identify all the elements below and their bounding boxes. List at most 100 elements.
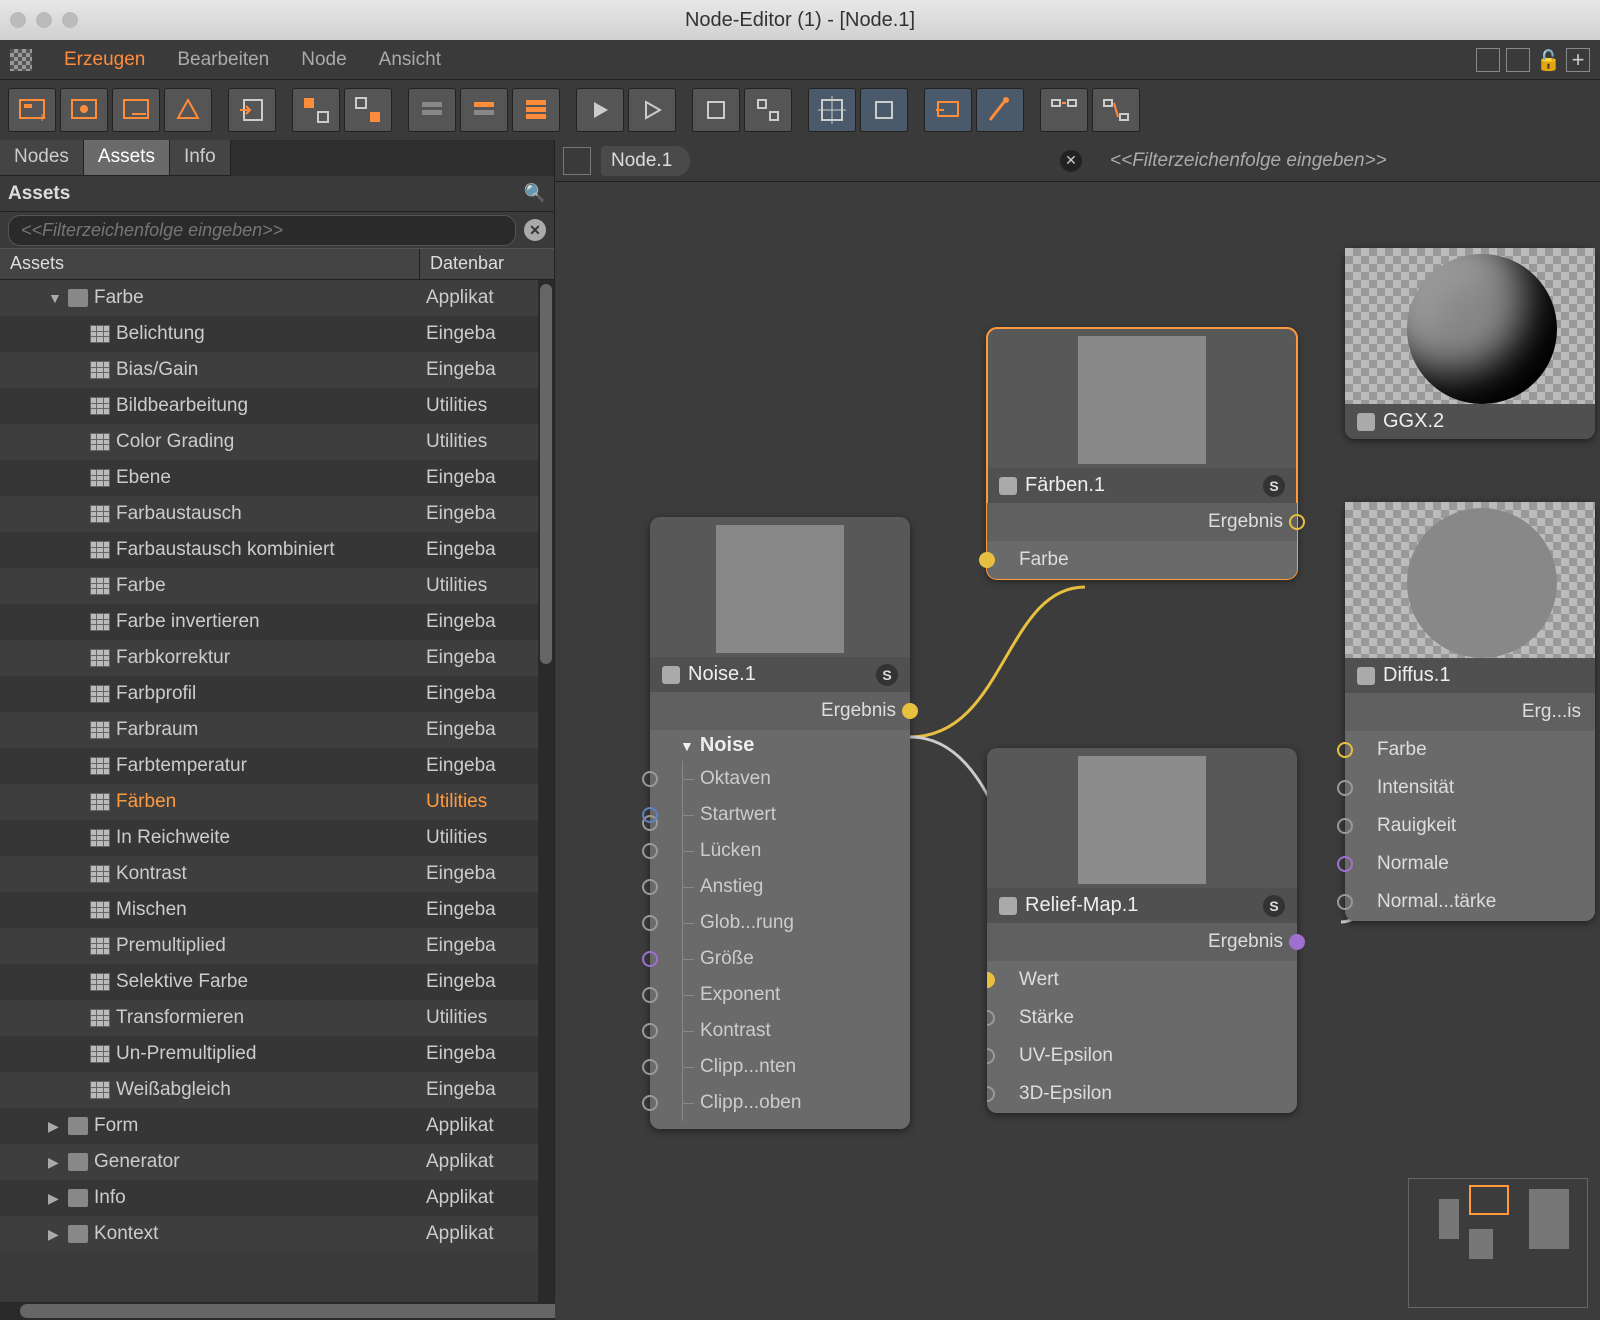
clear-search-icon[interactable]: ✕: [524, 219, 546, 241]
tool-frame-1[interactable]: [808, 88, 856, 132]
port-in[interactable]: [642, 879, 658, 895]
input-row[interactable]: UV-Epsilon: [987, 1037, 1297, 1075]
port-in[interactable]: [642, 987, 658, 1003]
tool-new-node-2[interactable]: [60, 88, 108, 132]
port-in[interactable]: [642, 843, 658, 859]
input-row[interactable]: 3D-Epsilon: [987, 1075, 1297, 1113]
port-in[interactable]: [642, 807, 658, 823]
port-out[interactable]: [1289, 934, 1305, 950]
asset-row[interactable]: PremultipliedEingeba: [0, 928, 554, 964]
node-faerben[interactable]: Färben.1S Ergebnis Farbe: [987, 328, 1297, 579]
menu-erzeugen[interactable]: Erzeugen: [48, 49, 161, 71]
tab-nodes[interactable]: Nodes: [0, 140, 84, 176]
tool-new-node-3[interactable]: [112, 88, 160, 132]
tool-play-2[interactable]: [628, 88, 676, 132]
tool-group-2[interactable]: [344, 88, 392, 132]
port-out[interactable]: [1289, 514, 1305, 530]
asset-row[interactable]: Selektive FarbeEingeba: [0, 964, 554, 1000]
tab-assets[interactable]: Assets: [84, 140, 170, 176]
solo-icon[interactable]: S: [1263, 895, 1285, 917]
tool-snap-1[interactable]: [692, 88, 740, 132]
tool-arrange-1[interactable]: [1040, 88, 1088, 132]
port-in[interactable]: [987, 1010, 995, 1026]
canvas-icon[interactable]: [563, 147, 591, 175]
menu-node[interactable]: Node: [285, 49, 362, 71]
port-in[interactable]: [642, 951, 658, 967]
port-in[interactable]: [642, 915, 658, 931]
tool-align-3[interactable]: [512, 88, 560, 132]
input-row[interactable]: Wert: [987, 961, 1297, 999]
param-row[interactable]: Anstieg: [650, 869, 910, 905]
col-database[interactable]: Datenbar: [420, 249, 514, 279]
node-canvas[interactable]: Node.1 ✕ <<Filterzeichenfolge eingeben>>…: [555, 140, 1600, 1320]
asset-row[interactable]: Farbe invertierenEingeba: [0, 604, 554, 640]
tool-view-1[interactable]: [924, 88, 972, 132]
expand-arrow-icon[interactable]: ▶: [48, 1190, 62, 1207]
port-in[interactable]: [1337, 856, 1353, 872]
asset-row[interactable]: FarbprofilEingeba: [0, 676, 554, 712]
tool-view-2[interactable]: [976, 88, 1024, 132]
port-in[interactable]: [642, 771, 658, 787]
asset-row[interactable]: KontrastEingeba: [0, 856, 554, 892]
param-row[interactable]: Glob...rung: [650, 905, 910, 941]
tool-import[interactable]: [228, 88, 276, 132]
layout-icon-2[interactable]: [1506, 48, 1530, 72]
asset-row[interactable]: ▶KontextApplikat: [0, 1216, 554, 1252]
expand-arrow-icon[interactable]: ▶: [48, 1154, 62, 1171]
asset-tree[interactable]: ▼FarbeApplikatBelichtungEingebaBias/Gain…: [0, 280, 554, 1320]
asset-row[interactable]: FarbraumEingeba: [0, 712, 554, 748]
tool-group-1[interactable]: [292, 88, 340, 132]
asset-row[interactable]: FärbenUtilities: [0, 784, 554, 820]
asset-row[interactable]: ▶InfoApplikat: [0, 1180, 554, 1216]
port-in[interactable]: [642, 1059, 658, 1075]
expand-arrow-icon[interactable]: ▶: [48, 1226, 62, 1243]
tool-play-1[interactable]: [576, 88, 624, 132]
close-icon[interactable]: ✕: [1060, 150, 1082, 172]
asset-row[interactable]: In ReichweiteUtilities: [0, 820, 554, 856]
expand-arrow-icon[interactable]: ▶: [48, 1118, 62, 1135]
port-in[interactable]: [1337, 742, 1353, 758]
input-row[interactable]: Normal...tärke: [1345, 883, 1595, 921]
node-diffus[interactable]: Diffus.1 Erg...is FarbeIntensitätRauigke…: [1345, 502, 1595, 921]
param-row[interactable]: Startwert: [650, 797, 910, 833]
layout-icon-1[interactable]: [1476, 48, 1500, 72]
node-ggx[interactable]: GGX.2: [1345, 248, 1595, 439]
asset-row[interactable]: FarbaustauschEingeba: [0, 496, 554, 532]
port-in-farbe[interactable]: [979, 552, 995, 568]
asset-row[interactable]: EbeneEingeba: [0, 460, 554, 496]
tool-snap-2[interactable]: [744, 88, 792, 132]
asset-row[interactable]: BelichtungEingeba: [0, 316, 554, 352]
port-in[interactable]: [1337, 894, 1353, 910]
asset-row[interactable]: ▶FormApplikat: [0, 1108, 554, 1144]
param-row[interactable]: Lücken: [650, 833, 910, 869]
port-in[interactable]: [1337, 780, 1353, 796]
asset-row[interactable]: FarbeUtilities: [0, 568, 554, 604]
port-in[interactable]: [987, 1048, 995, 1064]
asset-row[interactable]: WeißabgleichEingeba: [0, 1072, 554, 1108]
solo-icon[interactable]: S: [876, 664, 898, 686]
asset-row[interactable]: ▶GeneratorApplikat: [0, 1144, 554, 1180]
asset-row[interactable]: MischenEingeba: [0, 892, 554, 928]
menu-ansicht[interactable]: Ansicht: [363, 49, 457, 71]
asset-row[interactable]: Color GradingUtilities: [0, 424, 554, 460]
chevron-down-icon[interactable]: ▼: [680, 738, 694, 754]
input-row[interactable]: Rauigkeit: [1345, 807, 1595, 845]
asset-row[interactable]: Farbaustausch kombiniertEingeba: [0, 532, 554, 568]
tool-new-node-1[interactable]: +: [8, 88, 56, 132]
solo-icon[interactable]: S: [1263, 475, 1285, 497]
asset-row[interactable]: BildbearbeitungUtilities: [0, 388, 554, 424]
tool-new-node-4[interactable]: [164, 88, 212, 132]
col-assets[interactable]: Assets: [0, 249, 420, 279]
input-row[interactable]: Farbe: [1345, 731, 1595, 769]
asset-row[interactable]: ▼FarbeApplikat: [0, 280, 554, 316]
tool-arrange-2[interactable]: [1092, 88, 1140, 132]
breadcrumb[interactable]: Node.1: [601, 146, 690, 176]
search-icon[interactable]: 🔍: [524, 183, 546, 204]
input-row[interactable]: Stärke: [987, 999, 1297, 1037]
traffic-lights[interactable]: [10, 12, 78, 28]
plus-icon[interactable]: +: [1566, 48, 1590, 72]
input-row[interactable]: Intensität: [1345, 769, 1595, 807]
param-row[interactable]: Oktaven: [650, 761, 910, 797]
param-row[interactable]: Clipp...nten: [650, 1049, 910, 1085]
tab-info[interactable]: Info: [170, 140, 231, 176]
